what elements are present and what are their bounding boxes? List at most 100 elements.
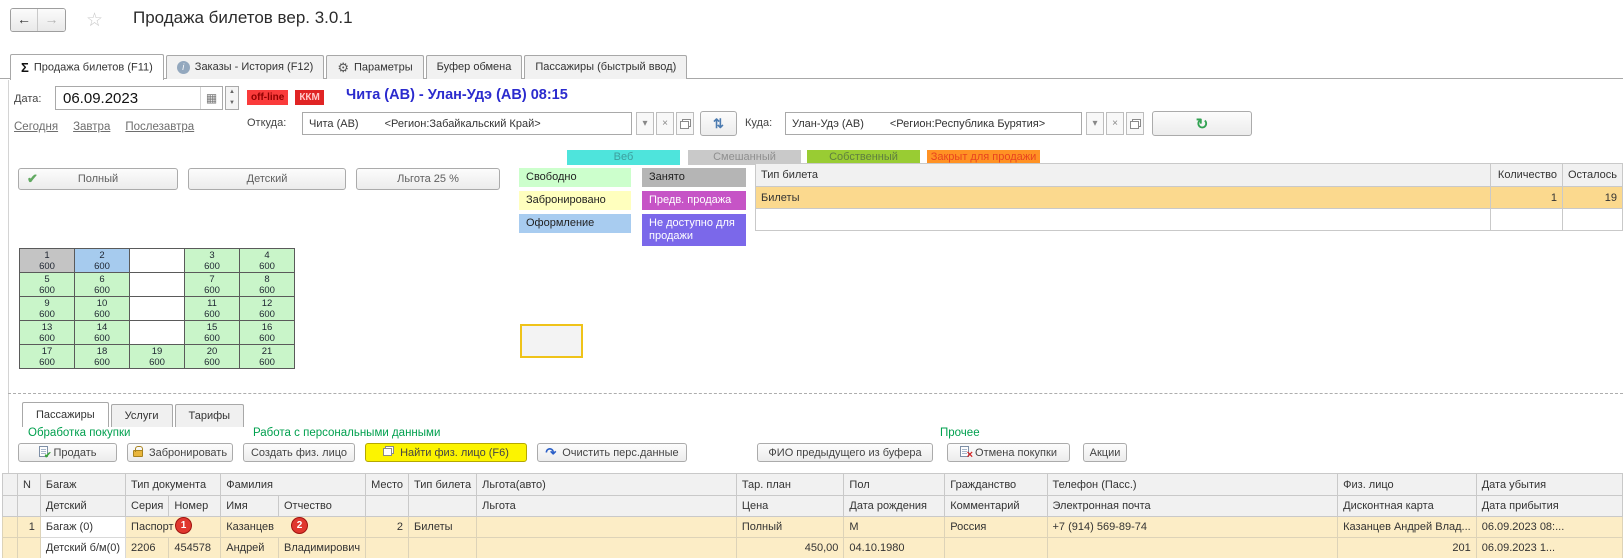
cell[interactable]: 201 [1338, 538, 1477, 558]
seat-1[interactable]: 1600 [20, 249, 75, 273]
cell[interactable] [477, 517, 737, 538]
column-header[interactable] [17, 496, 40, 517]
column-header[interactable]: Багаж [40, 474, 125, 496]
seat-15[interactable]: 15600 [185, 321, 240, 345]
action-3[interactable]: Создать физ. лицо [243, 443, 355, 462]
cell[interactable] [3, 538, 18, 558]
cell[interactable]: 2 [366, 517, 409, 538]
cell[interactable]: Паспорт РФ [126, 517, 221, 538]
focused-empty-cell[interactable] [520, 324, 583, 358]
remaining-col-header[interactable]: Осталось [1563, 164, 1623, 187]
seat-12[interactable]: 12600 [240, 297, 295, 321]
column-header[interactable]: Номер [169, 496, 221, 517]
column-header[interactable]: Цена [736, 496, 844, 517]
cell[interactable]: Билеты [409, 517, 477, 538]
cell[interactable]: 450,00 [736, 538, 844, 558]
fare-button-1[interactable]: ✔Полный [18, 168, 178, 190]
tab-2[interactable]: iЗаказы - История (F12) [166, 55, 325, 79]
column-header[interactable]: Телефон (Пасс.) [1047, 474, 1338, 496]
column-header[interactable]: Дата прибытия [1476, 496, 1622, 517]
quick-date-link-1[interactable]: Сегодня [14, 121, 58, 133]
column-header[interactable]: Тип документа [126, 474, 221, 496]
refresh-button[interactable]: ↻ [1152, 111, 1252, 136]
cell[interactable]: Андрей [221, 538, 279, 558]
column-header[interactable]: N [17, 474, 40, 496]
column-header[interactable]: Физ. лицо [1338, 474, 1477, 496]
date-spinner[interactable]: ▲▼ [225, 86, 239, 110]
cell[interactable]: Багаж (0) [40, 517, 125, 538]
cell[interactable]: 06.09.2023 08:... [1476, 517, 1622, 538]
ticket-type-remaining[interactable]: 19 [1563, 187, 1623, 209]
date-input[interactable]: 06.09.2023 ▦ [55, 86, 223, 110]
seat-13[interactable]: 13600 [20, 321, 75, 345]
column-header[interactable]: Пол [844, 474, 945, 496]
cell[interactable]: Казанцев Андрей Влад... [1338, 517, 1477, 538]
seat-6[interactable]: 6600 [75, 273, 130, 297]
cell[interactable]: 04.10.1980 [844, 538, 945, 558]
cell[interactable]: М [844, 517, 945, 538]
quick-date-link-3[interactable]: Послезавтра [125, 121, 194, 133]
cell[interactable] [945, 538, 1047, 558]
tab-1[interactable]: ΣПродажа билетов (F11) [10, 54, 164, 80]
cell[interactable]: Россия [945, 517, 1047, 538]
cell[interactable]: 2206 [126, 538, 169, 558]
seat-9[interactable]: 9600 [20, 297, 75, 321]
seat-4[interactable]: 4600 [240, 249, 295, 273]
favorite-star-icon[interactable]: ☆ [86, 9, 103, 32]
tab-5[interactable]: Пассажиры (быстрый ввод) [524, 55, 687, 79]
column-header[interactable]: Место [366, 474, 409, 496]
seat-14[interactable]: 14600 [75, 321, 130, 345]
fare-button-3[interactable]: Льгота 25 % [356, 168, 500, 190]
to-dropdown-icon[interactable]: ▾ [1086, 112, 1104, 135]
panel-splitter[interactable] [8, 393, 1623, 394]
tab-4[interactable]: Буфер обмена [426, 55, 523, 79]
quantity-col-header[interactable]: Количество [1491, 164, 1563, 187]
calendar-icon[interactable]: ▦ [200, 87, 222, 109]
seat-17[interactable]: 17600 [20, 345, 75, 369]
fare-button-2[interactable]: Детский [188, 168, 346, 190]
ticket-type-col-header[interactable]: Тип билета [756, 164, 1491, 187]
action-4[interactable]: Найти физ. лицо (F6) [365, 443, 527, 462]
cell[interactable]: Детский б/м(0) [40, 538, 125, 558]
to-combo[interactable]: Улан-Удэ (АВ) <Регион:Республика Бурятия… [785, 112, 1082, 135]
cell[interactable]: +7 (914) 569-89-74 [1047, 517, 1338, 538]
column-header[interactable]: Электронная почта [1047, 496, 1338, 517]
to-clear-icon[interactable]: × [1106, 112, 1124, 135]
from-dropdown-icon[interactable]: ▾ [636, 112, 654, 135]
cell[interactable]: 454578 [169, 538, 221, 558]
action-5[interactable]: ↷Очистить перс.данные [537, 443, 687, 462]
action-2[interactable]: Забронировать [127, 443, 233, 462]
column-header[interactable]: Имя [221, 496, 279, 517]
column-header[interactable]: Дисконтная карта [1338, 496, 1477, 517]
seat-2[interactable]: 2600 [75, 249, 130, 273]
ticket-type-row[interactable]: Билеты 1 19 [756, 187, 1623, 209]
action-7[interactable]: ×Отмена покупки [947, 443, 1070, 462]
passenger-row-line-2[interactable]: Детский б/м(0)2206454578АндрейВладимиров… [3, 538, 1623, 558]
to-open-icon[interactable] [1126, 112, 1144, 135]
seat-19[interactable]: 19600 [130, 345, 185, 369]
from-combo[interactable]: Чита (АВ) <Регион:Забайкальский Край> [302, 112, 632, 135]
column-header[interactable]: Серия [126, 496, 169, 517]
bottom-tab-3[interactable]: Тарифы [175, 404, 245, 427]
column-header[interactable]: Отчество [279, 496, 366, 517]
column-header[interactable]: Тип билета [409, 474, 477, 496]
action-6[interactable]: ФИО предыдущего из буфера [757, 443, 933, 462]
cell[interactable] [366, 538, 409, 558]
seat-7[interactable]: 7600 [185, 273, 240, 297]
cell[interactable]: 06.09.2023 1... [1476, 538, 1622, 558]
seat-10[interactable]: 10600 [75, 297, 130, 321]
seat-8[interactable]: 8600 [240, 273, 295, 297]
cell[interactable] [477, 538, 737, 558]
passenger-row-line-1[interactable]: 1Багаж (0)Паспорт РФКазанцев2БилетыПолны… [3, 517, 1623, 538]
column-header[interactable]: Дата рождения [844, 496, 945, 517]
bottom-tab-1[interactable]: Пассажиры [22, 402, 109, 427]
column-header[interactable]: Льгота [477, 496, 737, 517]
column-header[interactable]: Дата убытия [1476, 474, 1622, 496]
column-header[interactable] [3, 496, 18, 517]
seat-3[interactable]: 3600 [185, 249, 240, 273]
column-header[interactable]: Детский [40, 496, 125, 517]
seat-20[interactable]: 20600 [185, 345, 240, 369]
cell[interactable] [1047, 538, 1338, 558]
column-header[interactable] [3, 474, 18, 496]
seat-5[interactable]: 5600 [20, 273, 75, 297]
